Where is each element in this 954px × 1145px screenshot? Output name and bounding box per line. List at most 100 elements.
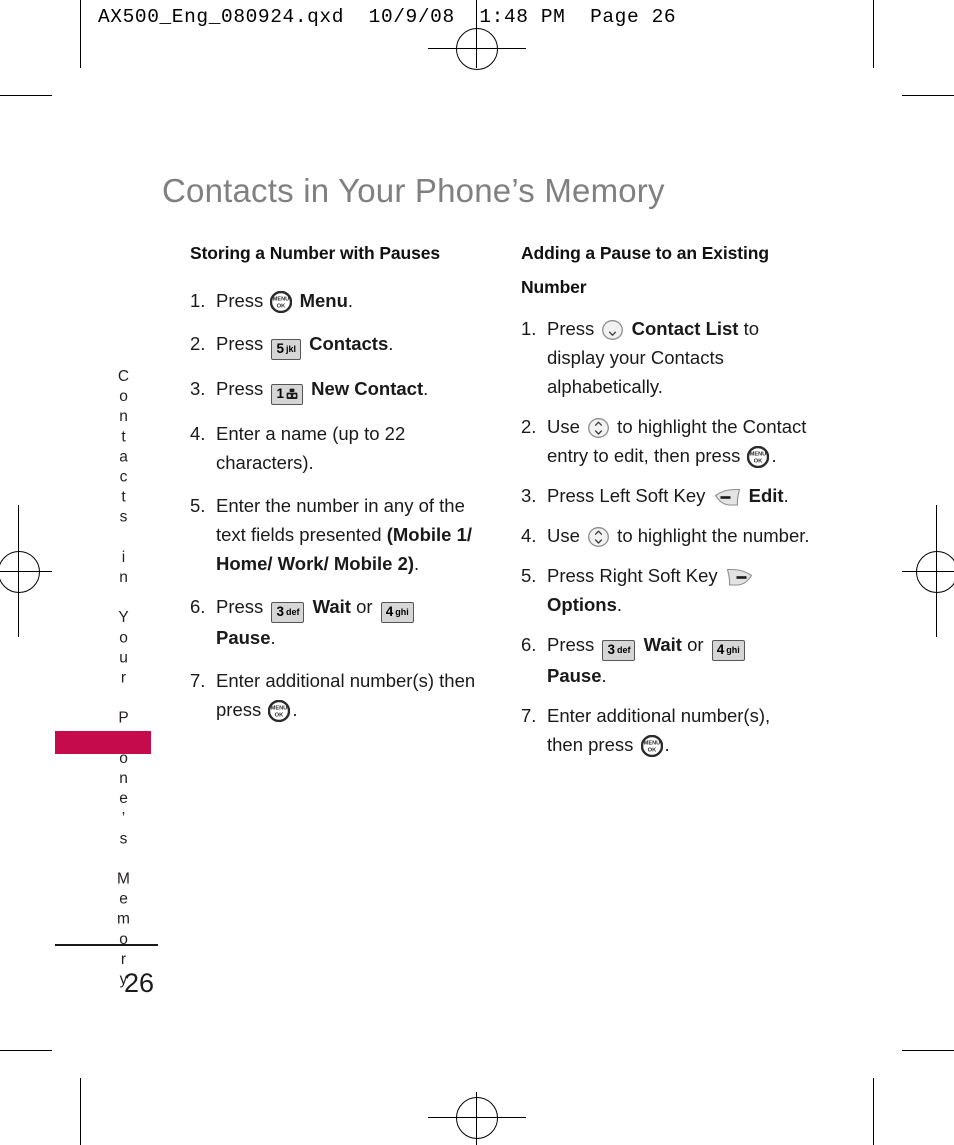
registration-mark-bottom bbox=[456, 1097, 498, 1139]
crop-mark-bottom-left-vertical bbox=[80, 1078, 82, 1145]
step-text: or bbox=[350, 596, 378, 617]
step-text-emphasis: Menu bbox=[294, 290, 348, 311]
menu-ok-key-icon: MENUOK bbox=[270, 291, 293, 313]
step-text: or bbox=[681, 634, 709, 655]
step-text: Press bbox=[216, 596, 269, 617]
step-text-emphasis: Pause bbox=[216, 627, 271, 648]
nav-up-down-key-icon bbox=[588, 418, 609, 438]
prepress-slug: AX500_Eng_080924.qxd 10/9/08 1:48 PM Pag… bbox=[98, 6, 677, 28]
key-digit: 4 bbox=[385, 604, 394, 620]
step-item: 3. Press 1 New Contact. bbox=[190, 374, 480, 405]
step-item: 5. Press Right Soft Key Options. bbox=[521, 561, 811, 619]
step-text-emphasis: New Contact bbox=[305, 378, 424, 399]
key-letters: def bbox=[285, 607, 300, 618]
phone-key-4-icon: 4 ghi bbox=[380, 602, 414, 623]
step-number: 5. bbox=[190, 495, 206, 516]
step-number: 4. bbox=[521, 525, 537, 546]
nav-up-down-key-icon bbox=[588, 527, 609, 547]
step-text: Enter a name (up to 22 characters). bbox=[216, 423, 406, 473]
key-letters: def bbox=[616, 645, 631, 656]
step-number: 1. bbox=[190, 290, 206, 311]
key-digit: 1 bbox=[276, 386, 284, 402]
step-text-emphasis: Pause bbox=[547, 665, 602, 686]
step-text-emphasis: Edit bbox=[743, 485, 784, 506]
step-item: 6. Press 3 def Wait or 4 ghi Pause. bbox=[521, 630, 811, 690]
step-text: . bbox=[664, 734, 670, 755]
left-column-heading: Storing a Number with Pauses bbox=[190, 243, 441, 263]
menu-ok-key-icon: MENUOK bbox=[268, 700, 291, 722]
step-text-emphasis: Wait bbox=[638, 634, 682, 655]
step-text: Press bbox=[216, 290, 269, 311]
step-text: Use bbox=[547, 416, 586, 437]
step-text: . bbox=[347, 290, 354, 311]
nav-down-key-icon bbox=[602, 320, 624, 340]
step-number: 7. bbox=[190, 670, 206, 691]
phone-key-3-icon: 3 def bbox=[271, 602, 305, 623]
step-text: . bbox=[423, 378, 429, 399]
svg-text:MENU: MENU bbox=[271, 706, 287, 712]
step-text: Use bbox=[547, 525, 586, 546]
step-text: Press Right Soft Key bbox=[547, 565, 723, 586]
step-number: 1. bbox=[521, 318, 537, 339]
step-text-emphasis: Options bbox=[547, 594, 617, 615]
step-item: 3. Press Left Soft Key Edit. bbox=[521, 481, 811, 510]
key-digit: 3 bbox=[276, 604, 284, 620]
crop-mark-bottom-right-vertical bbox=[873, 1078, 875, 1145]
step-text-emphasis: Contacts bbox=[303, 333, 389, 354]
key-digit: 3 bbox=[607, 642, 615, 658]
registration-mark-right bbox=[916, 551, 954, 593]
step-item: 2. Press 5 jkl Contacts. bbox=[190, 329, 480, 360]
key-letters: ghi bbox=[395, 607, 409, 618]
crop-mark-right-top-horizontal bbox=[902, 95, 954, 97]
svg-text:OK: OK bbox=[277, 303, 287, 309]
registration-mark-left bbox=[0, 551, 40, 593]
column-right: Adding a Pause to an Existing Number 1. P… bbox=[521, 236, 811, 770]
step-text: . bbox=[388, 333, 394, 354]
step-number: 4. bbox=[190, 423, 206, 444]
step-text: . bbox=[601, 665, 607, 686]
step-item: 1. Press Contact List to display your Con… bbox=[521, 314, 811, 401]
svg-text:OK: OK bbox=[647, 747, 657, 753]
step-text: . bbox=[783, 485, 789, 506]
svg-text:MENU: MENU bbox=[643, 741, 659, 747]
step-text: Press bbox=[216, 378, 269, 399]
voicemail-glyph-icon bbox=[286, 388, 298, 400]
footer-rule bbox=[55, 944, 158, 946]
right-column-heading: Adding a Pause to an Existing Number bbox=[521, 243, 769, 297]
step-number: 2. bbox=[521, 416, 537, 437]
step-text: Press Left Soft Key bbox=[547, 485, 711, 506]
step-number: 3. bbox=[190, 378, 206, 399]
step-number: 6. bbox=[190, 596, 206, 617]
key-digit: 5 bbox=[276, 341, 284, 357]
step-item: 5. Enter the number in any of the text fi… bbox=[190, 491, 480, 578]
step-number: 2. bbox=[190, 333, 206, 354]
right-column-steps: 1. Press Contact List to display your Con… bbox=[521, 314, 811, 759]
phone-key-4-icon: 4 ghi bbox=[711, 640, 745, 661]
svg-text:MENU: MENU bbox=[273, 297, 289, 303]
step-text: . bbox=[414, 553, 420, 574]
step-text: . bbox=[616, 594, 623, 615]
step-text: . bbox=[270, 627, 276, 648]
crop-mark-right-bottom-horizontal bbox=[902, 1050, 954, 1052]
crop-mark-top-left-vertical bbox=[80, 0, 82, 68]
step-item: 7. Enter additional number(s) then press … bbox=[190, 666, 480, 724]
step-item: 1. Press MENU OK Menu. bbox=[190, 286, 480, 315]
phone-key-3-icon: 3 def bbox=[602, 640, 636, 661]
step-text-emphasis: Wait bbox=[307, 596, 351, 617]
phone-key-5-icon: 5 jkl bbox=[271, 339, 301, 360]
page-number: 26 bbox=[124, 968, 155, 998]
step-text: Press bbox=[547, 634, 600, 655]
step-item: 7. Enter additional number(s), then press… bbox=[521, 701, 811, 759]
key-digit: 4 bbox=[716, 642, 725, 658]
menu-ok-key-icon: MENUOK bbox=[747, 446, 770, 468]
svg-text:OK: OK bbox=[754, 458, 764, 464]
step-text: Press bbox=[547, 318, 600, 339]
step-number: 3. bbox=[521, 485, 537, 506]
page-title: Contacts in Your Phone’s Memory bbox=[162, 172, 665, 210]
left-column-steps: 1. Press MENU OK Menu. 2. Press 5 jkl Contact… bbox=[190, 286, 480, 724]
key-letters: ghi bbox=[726, 645, 740, 656]
side-tab-color-block bbox=[55, 731, 151, 754]
right-soft-key-icon bbox=[726, 568, 752, 586]
step-text: . bbox=[771, 445, 777, 466]
crop-mark-top-right-vertical bbox=[873, 0, 875, 68]
